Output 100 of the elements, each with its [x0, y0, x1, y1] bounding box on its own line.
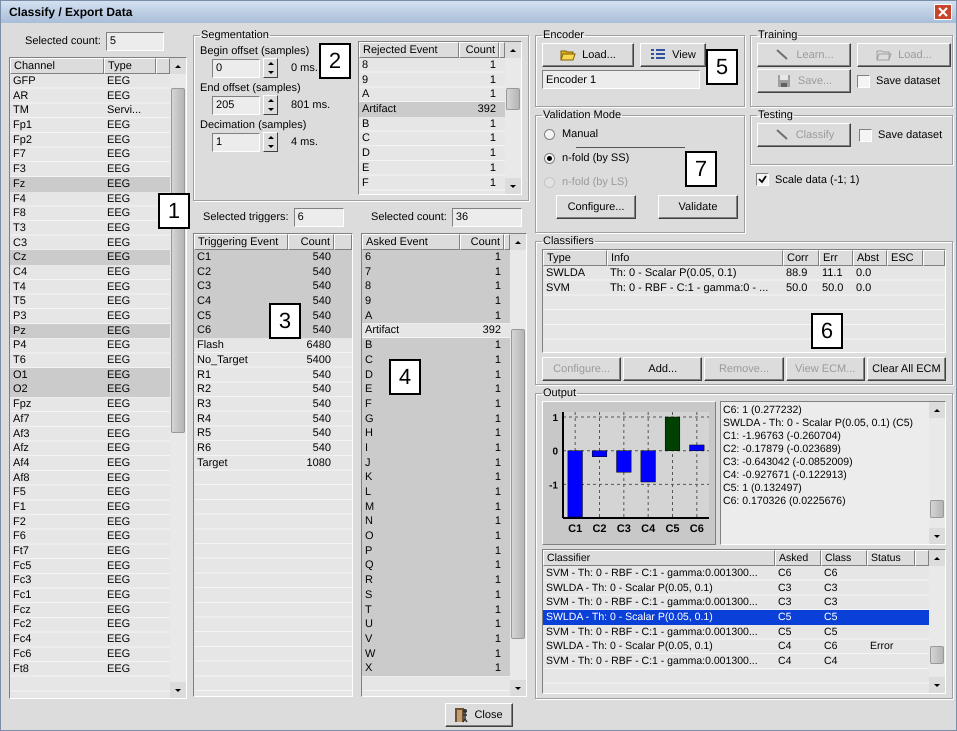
- table-cell: 1: [490, 88, 496, 100]
- table-cell: EEG: [107, 428, 130, 440]
- field-label: Decimation (samples): [200, 119, 306, 131]
- log-line: SWLDA - Th: 0 - Scalar P(0.05, 0.1) (C5): [723, 417, 914, 430]
- table-cell: F5: [13, 486, 26, 498]
- table-cell: EEG: [107, 266, 130, 278]
- table-cell: O2: [13, 383, 28, 396]
- table-cell: A: [365, 310, 372, 322]
- table-cell: SVM - Th: 0 - RBF - C:1 - gamma:0.001300...: [546, 655, 758, 668]
- table-cell: G: [365, 412, 374, 425]
- table-cell: P4: [13, 339, 26, 352]
- table-cell: 1: [494, 398, 501, 410]
- category-label: C6: [690, 523, 704, 535]
- table-cell: Fpz: [13, 398, 32, 410]
- table-cell: 1: [494, 456, 501, 469]
- tick-label: 1: [552, 413, 558, 424]
- table-cell: 540: [312, 266, 331, 278]
- table-cell: Ft7: [13, 545, 29, 557]
- window-title: Classify / Export Data: [9, 5, 132, 19]
- table-cell: EEG: [107, 574, 130, 586]
- table-cell: T6: [13, 354, 26, 366]
- table-cell: D: [365, 368, 373, 380]
- table-cell: C6: [824, 640, 838, 652]
- table-cell: 1: [494, 648, 501, 660]
- table-cell: EEG: [107, 324, 130, 337]
- table-cell: EEG: [107, 530, 130, 542]
- category-label: C1: [568, 523, 582, 535]
- table-cell: Target: [197, 456, 228, 469]
- table-cell: Fc3: [13, 574, 32, 586]
- table-cell: 1: [494, 604, 501, 616]
- table-cell: SWLDA - Th: 0 - Scalar P(0.05, 0.1): [546, 582, 713, 594]
- table-cell: A: [362, 88, 370, 100]
- table-cell: Fc1: [13, 589, 32, 602]
- table-cell: EEG: [107, 90, 130, 102]
- table-cell: 1: [494, 427, 501, 440]
- table-cell: C3: [778, 582, 792, 594]
- table-cell: C4: [197, 295, 212, 308]
- table-cell: 1: [494, 662, 501, 674]
- table-cell: SVM - Th: 0 - RBF - C:1 - gamma:0.001300...: [546, 567, 758, 579]
- table-cell: 1: [494, 515, 501, 528]
- table-cell: 1: [494, 442, 501, 454]
- table-cell: EEG: [107, 178, 130, 190]
- table-cell: EEG: [107, 560, 130, 572]
- table-cell: C3: [824, 582, 838, 594]
- group-title: Training: [757, 29, 798, 41]
- table-cell: 6: [365, 251, 372, 263]
- table-cell: 1: [494, 530, 501, 542]
- category-label: C5: [665, 523, 680, 535]
- group-title: Output: [542, 387, 578, 399]
- table-cell: 7: [365, 266, 372, 278]
- table-cell: EEG: [107, 280, 130, 293]
- table-cell: 1: [494, 588, 501, 601]
- table-cell: 1: [494, 486, 501, 498]
- table-cell: Servi...: [107, 104, 142, 116]
- table-cell: K: [365, 471, 372, 484]
- table-cell: 540: [312, 324, 331, 336]
- table-cell: 1: [490, 74, 496, 86]
- field-reading: 801 ms.: [291, 99, 330, 111]
- table-cell: 1: [494, 632, 501, 645]
- table-cell: Fp1: [13, 119, 32, 132]
- callout-tooltip: 3: [269, 303, 301, 339]
- table-cell: EEG: [107, 148, 130, 160]
- table-cell: 1: [494, 251, 501, 263]
- table-cell: F2: [13, 516, 26, 528]
- table-cell: 540: [312, 412, 331, 425]
- table-cell: 392: [482, 324, 501, 336]
- log-line: C3: -0.643042 (-0.0852009): [723, 456, 854, 469]
- field-label: Begin offset (samples): [200, 45, 310, 57]
- field-label: End offset (samples): [200, 82, 301, 94]
- table-cell: SVM - Th: 0 - RBF - C:1 - gamma:0.001300...: [546, 596, 758, 608]
- table-cell: F6: [13, 530, 26, 542]
- table-cell: Fc5: [13, 560, 32, 572]
- table-cell: Af8: [13, 472, 30, 484]
- table-cell: SWLDA - Th: 0 - Scalar P(0.05, 0.1): [546, 611, 713, 624]
- table-cell: EEG: [107, 75, 130, 87]
- field-label: Selected count:: [371, 211, 447, 223]
- table-cell: J: [365, 456, 370, 469]
- table-cell: 50.0: [822, 282, 844, 294]
- table-cell: V: [365, 632, 372, 645]
- table-cell: EEG: [107, 383, 130, 396]
- table-cell: 1080: [306, 456, 331, 469]
- table-cell: EEG: [107, 236, 130, 249]
- table-cell: B: [362, 118, 370, 130]
- table-cell: EEG: [107, 310, 130, 322]
- table-cell: EEG: [107, 354, 130, 366]
- table-cell: EEG: [107, 486, 130, 498]
- table-cell: 9: [362, 74, 368, 86]
- log-line: C6: 0.170326 (0.0225676): [723, 495, 847, 508]
- log-line: C6: 1 (0.277232): [723, 404, 803, 417]
- table-cell: C6: [824, 567, 838, 579]
- table-cell: 540: [312, 368, 331, 380]
- table-cell: EEG: [107, 589, 130, 602]
- radio-label: Manual: [562, 128, 598, 140]
- table-cell: R6: [197, 442, 212, 454]
- table-cell: F8: [13, 207, 26, 220]
- checkbox-label: Save dataset: [876, 75, 940, 87]
- table-cell: I: [365, 442, 368, 454]
- table-cell: EEG: [107, 633, 130, 646]
- table-cell: Af4: [13, 456, 30, 469]
- table-cell: F: [365, 398, 372, 410]
